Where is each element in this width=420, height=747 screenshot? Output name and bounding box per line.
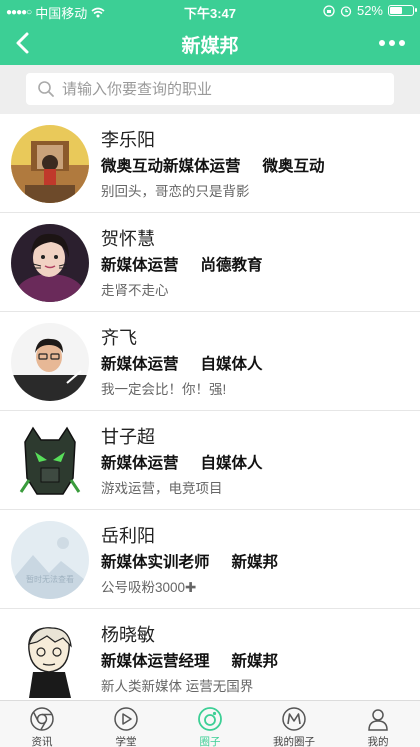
status-bar: ●●●●○ 中国移动 下午3:47 52% <box>0 0 420 21</box>
list-item[interactable]: 贺怀慧 新媒体运营 尚德教育 走肾不走心 <box>0 213 420 312</box>
person-organization: 尚德教育 <box>200 257 263 274</box>
person-roles: 新媒体实训老师 新媒邦 <box>101 550 278 572</box>
m-logo-icon <box>282 707 306 731</box>
avatar-image <box>11 323 89 401</box>
battery-icon <box>388 5 417 16</box>
person-position: 新媒体运营 <box>101 257 179 274</box>
list-item[interactable]: 杨晓敏 新媒体运营经理 新媒邦 新人类新媒体 运营无国界 <box>0 609 420 700</box>
alarm-icon <box>340 5 352 17</box>
avatar <box>11 224 89 302</box>
avatar <box>11 323 89 401</box>
battery-percent: 52% <box>356 3 383 18</box>
person-motto: 游戏运营，电竞项目 <box>101 481 223 496</box>
tab-news[interactable]: 资讯 <box>0 701 84 747</box>
dot <box>389 40 395 46</box>
tab-circle[interactable]: 圈子 <box>168 701 252 747</box>
lock-rotation-icon <box>323 4 335 17</box>
avatar-placeholder-text: 暂时无法查看 <box>26 574 74 584</box>
chrome-icon <box>30 707 54 731</box>
nav-bar: 新媒邦 <box>0 21 420 65</box>
person-motto: 走肾不走心 <box>101 283 169 298</box>
person-roles: 新媒体运营经理 新媒邦 <box>101 649 278 671</box>
list-item[interactable]: 暂时无法查看 岳利阳 新媒体实训老师 新媒邦 公号吸粉3000✚ <box>0 510 420 609</box>
dot <box>399 40 405 46</box>
person-organization: 微奥互动 <box>262 158 325 175</box>
search-icon <box>38 81 54 97</box>
tab-bar: 资讯 学堂 圈子 我的圈子 我的 <box>0 700 420 747</box>
list-item[interactable]: 齐飞 新媒体运营 自媒体人 我一定会比！你！强! <box>0 312 420 411</box>
person-organization: 自媒体人 <box>200 356 263 373</box>
person-roles: 新媒体运营 尚德教育 <box>101 253 263 275</box>
avatar-image <box>11 125 89 203</box>
search-input[interactable] <box>62 80 382 98</box>
avatar-image <box>11 422 89 500</box>
status-right: 52% <box>323 3 417 18</box>
avatar-image <box>11 620 89 698</box>
person-motto: 公号吸粉3000✚ <box>101 580 197 595</box>
tab-label: 学堂 <box>115 736 137 747</box>
person-position: 新媒体实训老师 <box>101 554 210 571</box>
avatar-image <box>11 224 89 302</box>
search-box[interactable] <box>26 73 394 105</box>
person-name: 杨晓敏 <box>101 625 155 645</box>
avatar <box>11 422 89 500</box>
search-bar <box>0 65 420 114</box>
dot <box>379 40 385 46</box>
tab-school[interactable]: 学堂 <box>84 701 168 747</box>
person-organization: 新媒邦 <box>231 653 279 670</box>
person-organization: 新媒邦 <box>231 554 279 571</box>
person-name: 齐飞 <box>101 328 137 348</box>
people-list: 李乐阳 微奥互动新媒体运营 微奥互动 别回头，哥恋的只是背影 贺怀慧 新媒体运营 尚… <box>0 114 420 700</box>
avatar <box>11 620 89 698</box>
tab-label: 我的 <box>367 736 389 747</box>
person-name: 岳利阳 <box>101 526 155 546</box>
tab-label: 资讯 <box>31 736 53 747</box>
avatar-image: 暂时无法查看 <box>11 521 89 599</box>
play-icon <box>114 707 138 731</box>
tab-label: 圈子 <box>199 736 221 747</box>
list-item[interactable]: 李乐阳 微奥互动新媒体运营 微奥互动 别回头，哥恋的只是背影 <box>0 114 420 213</box>
list-item[interactable]: 甘子超 新媒体运营 自媒体人 游戏运营，电竞项目 <box>0 411 420 510</box>
avatar: 暂时无法查看 <box>11 521 89 599</box>
battery-fill <box>390 7 403 14</box>
circle-icon <box>198 707 222 731</box>
person-motto: 新人类新媒体 运营无国界 <box>101 679 254 694</box>
tab-label: 我的圈子 <box>273 736 315 747</box>
person-motto: 别回头，哥恋的只是背影 <box>101 184 250 199</box>
tab-my-circle[interactable]: 我的圈子 <box>252 701 336 747</box>
person-position: 新媒体运营 <box>101 455 179 472</box>
user-icon <box>368 709 388 731</box>
avatar <box>11 125 89 203</box>
person-position: 新媒体运营经理 <box>101 653 210 670</box>
person-roles: 新媒体运营 自媒体人 <box>101 352 263 374</box>
person-roles: 新媒体运营 自媒体人 <box>101 451 263 473</box>
person-name: 甘子超 <box>101 427 155 447</box>
person-name: 贺怀慧 <box>101 229 155 249</box>
more-dots-icon[interactable] <box>376 33 408 53</box>
person-roles: 微奥互动新媒体运营 微奥互动 <box>101 154 325 176</box>
person-motto: 我一定会比！你！强! <box>101 382 227 397</box>
person-name: 李乐阳 <box>101 130 155 150</box>
person-position: 新媒体运营 <box>101 356 179 373</box>
person-organization: 自媒体人 <box>200 455 263 472</box>
page-title: 新媒邦 <box>181 36 239 57</box>
tab-me[interactable]: 我的 <box>336 701 420 747</box>
person-position: 微奥互动新媒体运营 <box>101 158 241 175</box>
